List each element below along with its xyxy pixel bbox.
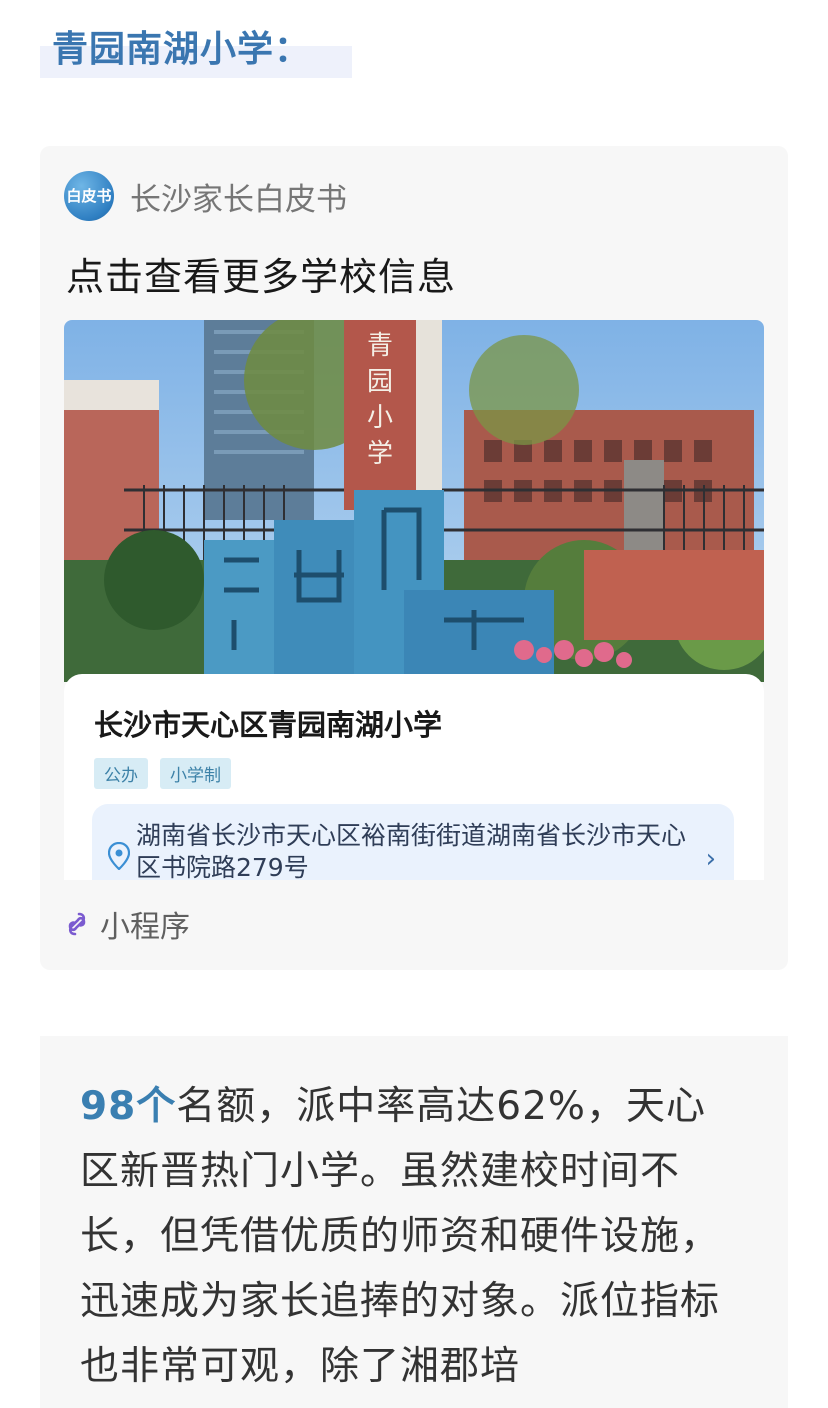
tag-school-system: 小学制 <box>160 758 231 789</box>
mini-program-label: 小程序 <box>100 910 190 945</box>
school-name: 长沙市天心区青园南湖小学 <box>94 708 443 742</box>
article-text: 名额，派中率高达62%，天心区新晋热门小学。虽然建校时间不长，但凭借优质的师资和… <box>80 1084 721 1389</box>
card-headline[interactable]: 点击查看更多学校信息 <box>66 246 456 301</box>
article-paragraph: 98个名额，派中率高达62%，天心区新晋热门小学。虽然建校时间不长，但凭借优质的… <box>80 1074 740 1399</box>
section-heading: 青园南湖小学： <box>40 14 352 78</box>
address-box[interactable]: 湖南省长沙市天心区裕南街街道湖南省长沙市天心区书院路279号 › <box>92 804 734 880</box>
school-tags: 公办 小学制 <box>94 758 231 789</box>
school-photo[interactable]: 青 园 小 学 <box>64 320 764 682</box>
mini-program-footer[interactable]: 小程序 <box>66 902 190 946</box>
tag-public: 公办 <box>94 758 148 789</box>
source-row: 白皮书 长沙家长白皮书 <box>64 170 347 222</box>
source-name: 长沙家长白皮书 <box>130 181 347 218</box>
section-heading-text: 青园南湖小学： <box>52 29 312 70</box>
school-photo-image: 青 园 小 学 <box>64 320 764 682</box>
article-block: 98个名额，派中率高达62%，天心区新晋热门小学。虽然建校时间不长，但凭借优质的… <box>40 1036 788 1408</box>
school-info-panel[interactable]: 长沙市天心区青园南湖小学 公办 小学制 湖南省长沙市天心区裕南街街道湖南省长沙市… <box>64 674 764 880</box>
sign-char-3: 小 <box>367 403 393 433</box>
location-pin-icon <box>108 842 130 870</box>
source-logo-icon: 白皮书 <box>64 171 114 221</box>
mini-program-link-icon <box>68 912 86 936</box>
sign-char-2: 园 <box>367 367 393 397</box>
sign-char-4: 学 <box>367 439 393 469</box>
sign-char-1: 青 <box>367 331 393 361</box>
address-text: 湖南省长沙市天心区裕南街街道湖南省长沙市天心区书院路279号 <box>136 821 687 880</box>
mini-program-card[interactable]: 白皮书 长沙家长白皮书 点击查看更多学校信息 青 园 小 学 长沙市天心区青园南… <box>40 146 788 970</box>
chevron-right-icon: › <box>705 844 716 874</box>
quota-highlight: 98个 <box>80 1084 177 1129</box>
